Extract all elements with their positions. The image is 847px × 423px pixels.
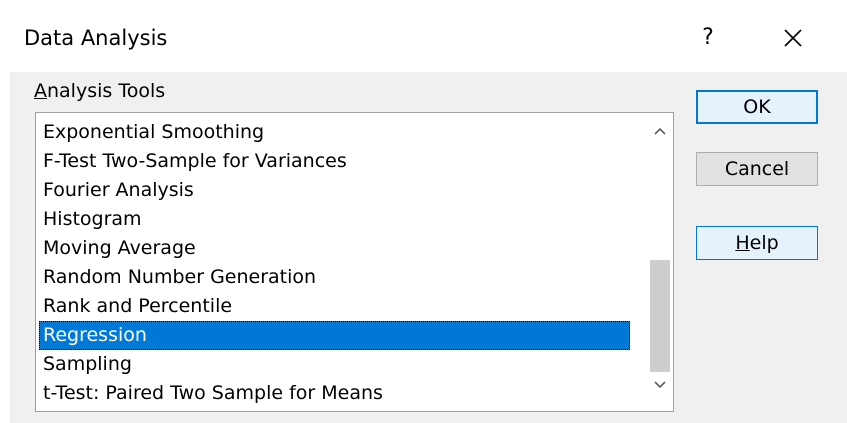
list-item[interactable]: Fourier Analysis xyxy=(39,176,630,205)
list-item[interactable]: t-Test: Paired Two Sample for Means xyxy=(39,379,630,408)
ok-button[interactable]: OK xyxy=(696,90,818,124)
title-bar: Data Analysis ? xyxy=(0,0,847,80)
list-item[interactable]: Moving Average xyxy=(39,234,630,263)
dialog-body: Analysis Tools Exponential Smoothing F-Te… xyxy=(10,72,847,423)
analysis-tools-label-accelerator: A xyxy=(34,80,47,102)
close-button[interactable] xyxy=(772,18,814,58)
list-item[interactable]: Histogram xyxy=(39,205,630,234)
context-help-button[interactable]: ? xyxy=(688,18,728,58)
chevron-down-icon xyxy=(654,381,666,389)
list-item[interactable]: Exponential Smoothing xyxy=(39,118,630,147)
analysis-tools-label-text: nalysis Tools xyxy=(47,80,166,102)
close-icon xyxy=(784,29,802,47)
scroll-down-button[interactable] xyxy=(648,376,672,400)
data-analysis-dialog: Data Analysis ? Analysis Tools Exponenti… xyxy=(0,0,847,423)
list-item[interactable]: Random Number Generation xyxy=(39,263,630,292)
list-item[interactable]: Rank and Percentile xyxy=(39,292,630,321)
list-item[interactable]: Sampling xyxy=(39,350,630,379)
chevron-up-icon xyxy=(654,127,666,135)
dialog-title: Data Analysis xyxy=(24,26,168,50)
vertical-scrollbar[interactable] xyxy=(648,114,672,410)
list-item[interactable]: F-Test Two-Sample for Variances xyxy=(39,147,630,176)
help-button-text: elp xyxy=(749,232,779,254)
help-button[interactable]: Help xyxy=(696,226,818,260)
analysis-tools-listbox[interactable]: Exponential Smoothing F-Test Two-Sample f… xyxy=(35,112,674,412)
scroll-up-button[interactable] xyxy=(648,124,672,148)
scrollbar-thumb[interactable] xyxy=(650,260,670,372)
analysis-tools-list: Exponential Smoothing F-Test Two-Sample f… xyxy=(39,118,630,408)
analysis-tools-label: Analysis Tools xyxy=(34,78,165,104)
help-button-accelerator: H xyxy=(735,232,750,254)
list-item[interactable]: Regression xyxy=(39,321,630,350)
cancel-button[interactable]: Cancel xyxy=(696,152,818,186)
